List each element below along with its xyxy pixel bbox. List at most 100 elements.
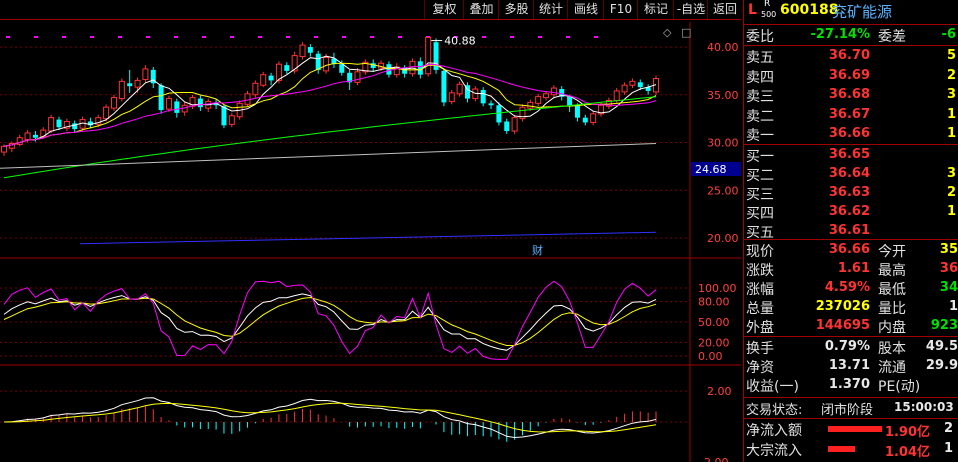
event-label: 财 bbox=[532, 243, 543, 257]
toolbar: 复权 叠加 多股 统计 画线 F10 标记 -自选 返回 bbox=[0, 0, 741, 20]
ask-label: 卖四 bbox=[746, 69, 774, 86]
ask-label: 卖三 bbox=[746, 89, 774, 105]
candle-body bbox=[299, 44, 306, 58]
toolbar-underline bbox=[0, 19, 741, 20]
candle-body bbox=[425, 36, 432, 75]
flow-extra: 2 bbox=[944, 421, 954, 436]
candle-body bbox=[103, 106, 110, 120]
trade-status-time: 15:00:03 bbox=[894, 400, 954, 414]
toolbar-button-5[interactable]: F10 bbox=[603, 0, 638, 19]
quote-value: 144695 bbox=[815, 318, 870, 333]
stat-value-2: 29.9 bbox=[925, 358, 958, 373]
stock-code: 600188 bbox=[780, 2, 839, 18]
weibi-value: -27.14% bbox=[810, 27, 870, 42]
marker-dash bbox=[370, 36, 374, 38]
ma60-line bbox=[3, 96, 657, 179]
ma10-line bbox=[3, 62, 657, 147]
stock-chart[interactable]: ◇ □ 40.00 35.00 30.00 25.00 20.00 24.68 40.88 财 10… bbox=[0, 0, 741, 462]
toolbar-button-8[interactable]: 返回 bbox=[707, 0, 742, 19]
candle-body bbox=[496, 105, 502, 123]
candle-body bbox=[118, 80, 125, 100]
toolbar-button-2[interactable]: 多股 bbox=[498, 0, 534, 19]
ma120-line bbox=[0, 142, 657, 169]
bid-price: 36.62 bbox=[828, 204, 870, 219]
marker-dash bbox=[34, 36, 38, 38]
marker-dash bbox=[230, 36, 234, 38]
candle-body bbox=[637, 82, 643, 88]
candle-body bbox=[574, 105, 580, 118]
candle-body bbox=[339, 64, 345, 73]
quote-label-2: 内盘 bbox=[878, 320, 906, 336]
candle-body bbox=[527, 101, 534, 109]
stat-value-2: 49.5 bbox=[925, 339, 958, 354]
toolbar-button-7[interactable]: -自选 bbox=[673, 0, 708, 19]
r-badge-num: 500 bbox=[761, 10, 776, 19]
ask-label: 卖一 bbox=[746, 128, 774, 144]
flow-bar bbox=[828, 446, 855, 452]
toolbar-button-4[interactable]: 画线 bbox=[567, 0, 604, 19]
candle-body bbox=[567, 96, 573, 106]
candle-body bbox=[127, 83, 133, 87]
ask-price: 36.70 bbox=[828, 48, 870, 63]
quote-label-2: 最高 bbox=[878, 263, 906, 279]
candle-body bbox=[291, 55, 298, 72]
quote-label: 总量 bbox=[746, 301, 774, 317]
bid-price: 36.63 bbox=[828, 185, 870, 200]
price-tick-label: 35.00 bbox=[707, 89, 739, 102]
candle-body bbox=[456, 83, 463, 95]
price-tick-label: 25.00 bbox=[707, 184, 739, 197]
toolbar-button-1[interactable]: 叠加 bbox=[463, 0, 499, 19]
candle-body bbox=[24, 132, 31, 141]
candle-body bbox=[354, 71, 361, 83]
bid-volume: 2 bbox=[946, 185, 956, 200]
candle-body bbox=[621, 84, 628, 93]
quote-value-2: 36 bbox=[939, 261, 958, 276]
bid-volume: 3 bbox=[946, 166, 956, 181]
kdj-tick-label: 50.00 bbox=[698, 316, 730, 329]
macd-bottom-label: -2.00 bbox=[700, 456, 728, 462]
ma20-line bbox=[3, 63, 657, 147]
toolbar-button-3[interactable]: 统计 bbox=[533, 0, 568, 19]
r-badge-num-text: 500 bbox=[761, 10, 777, 19]
marker-dash bbox=[538, 36, 542, 38]
candle-body bbox=[260, 74, 267, 86]
candle-body bbox=[629, 80, 636, 86]
toolbar-button-6[interactable]: 标记 bbox=[637, 0, 674, 19]
ask-volume: 1 bbox=[946, 106, 956, 122]
kdj-j-line bbox=[3, 280, 657, 360]
diamond-icon: ◇ bbox=[663, 26, 672, 39]
divider bbox=[744, 397, 958, 398]
stat-label-2: 股本 bbox=[878, 341, 906, 357]
divider bbox=[744, 336, 958, 337]
current-price-label: 24.68 bbox=[695, 163, 727, 176]
bid-price: 36.61 bbox=[828, 223, 870, 238]
marker-dash bbox=[482, 36, 486, 38]
quote-label: 现价 bbox=[746, 244, 774, 260]
kdj-tick-label: 80.00 bbox=[698, 296, 730, 309]
quote-label: 涨幅 bbox=[746, 282, 774, 298]
candle-body bbox=[488, 103, 494, 106]
toolbar-button-0[interactable]: 复权 bbox=[424, 0, 464, 19]
divider bbox=[744, 239, 958, 240]
weibi-label: 委比 bbox=[746, 29, 774, 45]
candle-body bbox=[165, 98, 172, 110]
bid-label: 买二 bbox=[746, 168, 774, 184]
stat-value: 1.370 bbox=[828, 377, 870, 392]
candle-body bbox=[32, 134, 38, 138]
candle-body bbox=[56, 119, 62, 128]
marker-dash bbox=[342, 36, 346, 38]
divider bbox=[744, 24, 958, 25]
kdj-tick-label: 20.00 bbox=[698, 336, 730, 349]
l-badge[interactable]: L bbox=[748, 2, 757, 18]
candle-body bbox=[158, 85, 164, 111]
stat-label: 收益(一) bbox=[746, 379, 799, 395]
weicha-value: -6 bbox=[941, 27, 956, 42]
r-badge-letter: R bbox=[764, 0, 771, 9]
stat-label: 换手 bbox=[746, 341, 774, 357]
ask-price: 36.66 bbox=[828, 126, 870, 141]
flow-extra: 1 bbox=[944, 441, 954, 456]
r-badge[interactable]: R bbox=[764, 0, 770, 9]
trade-status-value: 闭市阶段 bbox=[821, 403, 874, 418]
candle-body bbox=[441, 70, 447, 103]
candle-body bbox=[480, 89, 486, 104]
